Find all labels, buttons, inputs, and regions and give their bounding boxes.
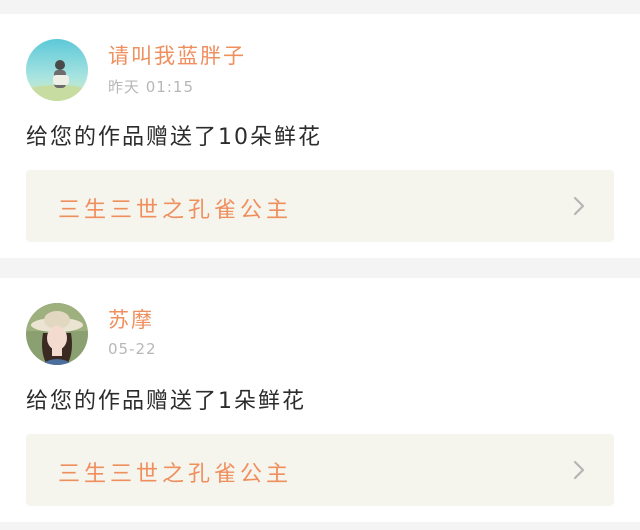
chevron-right-icon xyxy=(573,196,585,216)
work-link[interactable]: 三生三世之孔雀公主 xyxy=(26,170,614,242)
work-link[interactable]: 三生三世之孔雀公主 xyxy=(26,434,614,506)
notification-card: 请叫我蓝胖子 昨天 01:15 给您的作品赠送了10朵鲜花 三生三世之孔雀公主 xyxy=(0,14,640,258)
work-title: 三生三世之孔雀公主 xyxy=(58,462,293,487)
avatar-photo-icon xyxy=(26,303,88,365)
chevron-right-icon xyxy=(573,460,585,480)
username[interactable]: 苏摩 xyxy=(108,304,154,334)
timestamp: 05-22 xyxy=(108,340,157,358)
gift-message: 给您的作品赠送了10朵鲜花 xyxy=(26,125,322,150)
user-avatar[interactable] xyxy=(26,39,88,101)
avatar-photo-icon xyxy=(26,39,88,101)
timestamp: 昨天 01:15 xyxy=(108,78,194,96)
notification-card: 苏摩 05-22 给您的作品赠送了1朵鲜花 三生三世之孔雀公主 xyxy=(0,278,640,522)
gift-message: 给您的作品赠送了1朵鲜花 xyxy=(26,389,306,414)
user-avatar[interactable] xyxy=(26,303,88,365)
username[interactable]: 请叫我蓝胖子 xyxy=(108,40,246,70)
work-title: 三生三世之孔雀公主 xyxy=(58,198,293,223)
